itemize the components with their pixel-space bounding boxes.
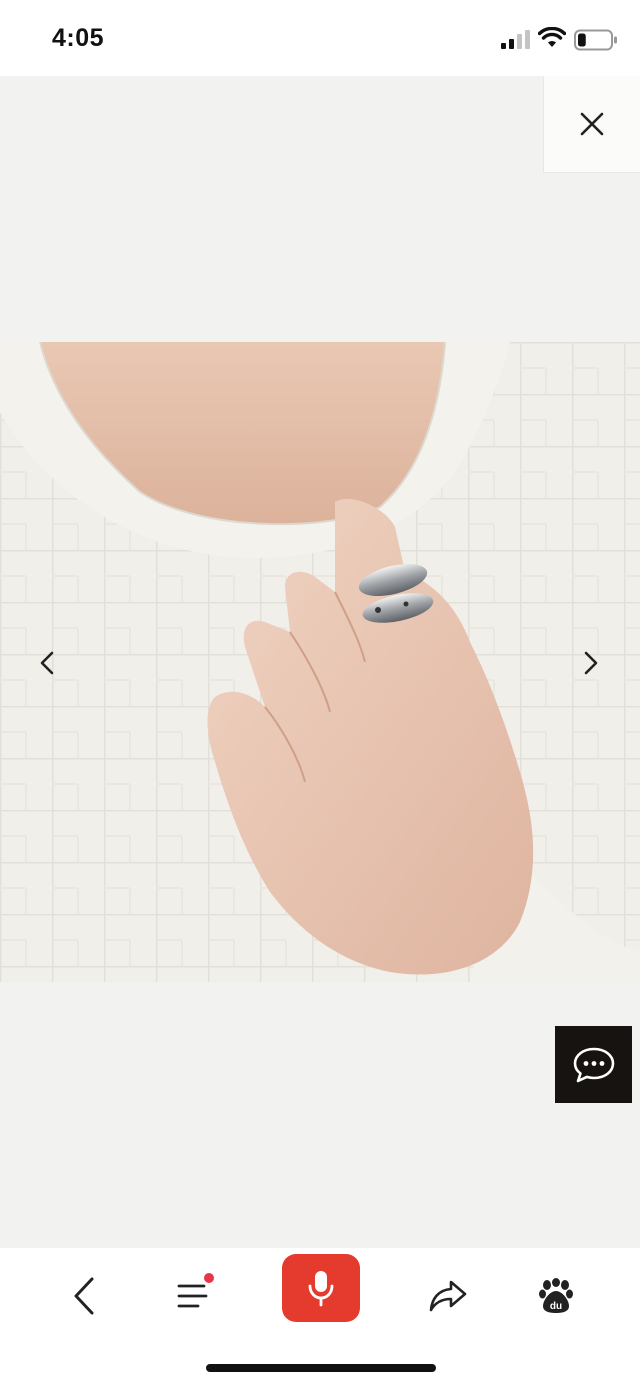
wifi-icon (538, 27, 566, 47)
baidu-paw-icon: du (539, 1278, 573, 1313)
cellular-signal-icon (501, 30, 530, 49)
menu-button[interactable] (158, 1260, 230, 1332)
chat-bubble-icon (573, 1047, 614, 1082)
back-arrow-icon (74, 1277, 94, 1315)
previous-image-button[interactable] (30, 646, 64, 680)
microphone-icon (308, 1271, 334, 1307)
home-indicator[interactable] (206, 1364, 436, 1372)
chevron-left-icon (40, 651, 54, 675)
chevron-right-icon (584, 651, 598, 675)
share-button[interactable] (412, 1260, 484, 1332)
menu-icon (177, 1284, 208, 1308)
close-icon (580, 112, 604, 136)
status-bar: 4:05 (0, 0, 640, 76)
status-time: 4:05 (52, 24, 105, 52)
chat-button[interactable] (555, 1026, 632, 1103)
battery-icon (574, 29, 617, 51)
close-button[interactable] (543, 76, 640, 173)
next-image-button[interactable] (574, 646, 608, 680)
baidu-paw-text: du (550, 1301, 562, 1312)
product-photo (0, 342, 640, 982)
voice-search-button[interactable] (282, 1254, 360, 1322)
notification-dot (204, 1273, 214, 1283)
share-icon (429, 1280, 467, 1312)
baidu-button[interactable]: du (520, 1260, 592, 1332)
back-button[interactable] (48, 1260, 120, 1332)
